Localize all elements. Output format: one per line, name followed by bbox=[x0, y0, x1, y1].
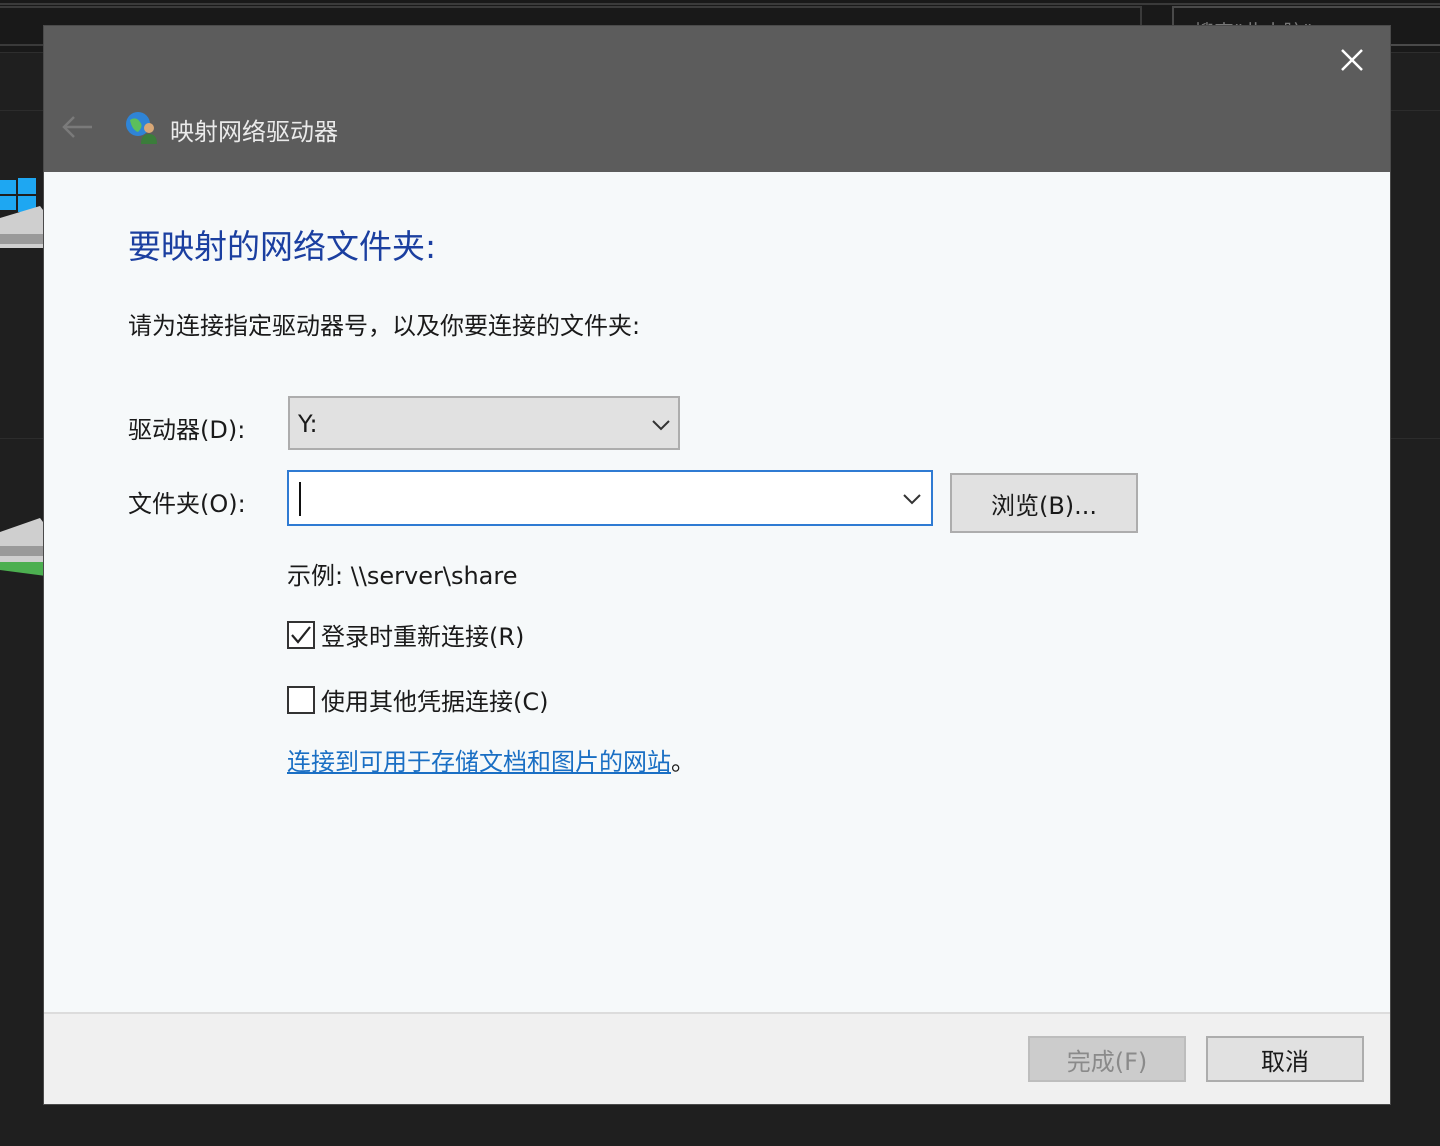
other-credentials-checkbox[interactable] bbox=[287, 685, 315, 714]
reconnect-checkbox[interactable] bbox=[287, 620, 315, 649]
reconnect-at-signin-checkbox-row[interactable]: 登录时重新连接(R) bbox=[287, 617, 524, 652]
close-icon[interactable] bbox=[1332, 40, 1372, 80]
page-heading: 要映射的网络文件夹: bbox=[128, 227, 437, 266]
example-path-text: 示例: \\server\share bbox=[287, 562, 518, 590]
drive-letter-select[interactable]: Y: bbox=[288, 396, 680, 450]
chevron-down-icon[interactable] bbox=[901, 492, 923, 506]
explorer-top-line bbox=[0, 3, 1440, 5]
back-arrow-icon[interactable] bbox=[60, 112, 96, 142]
dialog-titlebar: 映射网络驱动器 bbox=[44, 26, 1390, 172]
link-suffix: 。 bbox=[671, 748, 695, 776]
chevron-down-icon bbox=[652, 420, 670, 431]
finish-button[interactable]: 完成(F) bbox=[1028, 1036, 1186, 1082]
other-credentials-label: 使用其他凭据连接(C) bbox=[321, 688, 549, 716]
connect-website-link[interactable]: 连接到可用于存储文档和图片的网站 bbox=[287, 748, 671, 776]
checkmark-icon bbox=[291, 625, 311, 644]
text-cursor bbox=[299, 482, 301, 516]
dialog-footer: 完成(F) 取消 bbox=[44, 1012, 1390, 1104]
reconnect-label: 登录时重新连接(R) bbox=[321, 623, 525, 651]
network-drive-app-icon bbox=[126, 112, 157, 144]
folder-combobox[interactable] bbox=[287, 470, 933, 526]
instructions-text: 请为连接指定驱动器号，以及你要连接的文件夹: bbox=[128, 312, 641, 340]
map-network-drive-dialog: 映射网络驱动器 要映射的网络文件夹: 请为连接指定驱动器号，以及你要连接的文件夹… bbox=[44, 26, 1390, 1104]
browse-button[interactable]: 浏览(B)... bbox=[950, 473, 1138, 533]
dialog-title: 映射网络驱动器 bbox=[170, 118, 338, 146]
network-drive-icon[interactable] bbox=[0, 512, 46, 582]
drive-letter-value: Y: bbox=[298, 410, 318, 438]
drive-label: 驱动器(D): bbox=[128, 416, 246, 444]
cancel-button[interactable]: 取消 bbox=[1206, 1036, 1364, 1082]
windows-drive-icon[interactable] bbox=[0, 178, 46, 248]
folder-label: 文件夹(O): bbox=[128, 490, 246, 518]
other-credentials-checkbox-row[interactable]: 使用其他凭据连接(C) bbox=[287, 682, 548, 717]
folder-path-input[interactable] bbox=[297, 480, 881, 518]
website-link-row: 连接到可用于存储文档和图片的网站。 bbox=[287, 742, 695, 777]
